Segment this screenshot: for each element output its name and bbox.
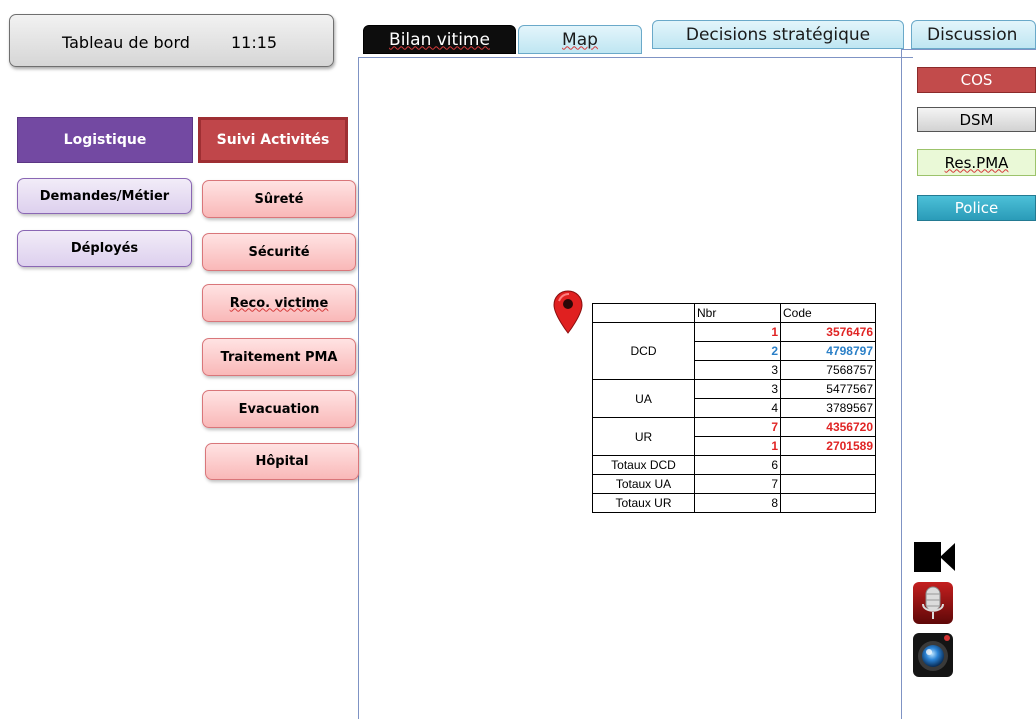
- header-cell-nbr: Nbr: [694, 303, 781, 323]
- tab-label: Map: [562, 29, 598, 50]
- tag-label: Res.PMA: [944, 153, 1009, 172]
- tag-dsm[interactable]: DSM: [917, 107, 1036, 132]
- group-label-ur: UR: [592, 417, 695, 456]
- tab-label: Decisions stratégique: [685, 24, 871, 45]
- nbr-cell: 1: [694, 436, 781, 456]
- menu-evacuation[interactable]: Evacuation: [202, 390, 356, 428]
- table-row: UA 3 5477567: [592, 379, 876, 418]
- totals-row: Totaux UA 7: [592, 474, 876, 494]
- victim-table: Nbr Code DCD 1 3576476 2 4798797 3 75687…: [592, 303, 876, 513]
- menu-reco-victime[interactable]: Reco. victime: [202, 284, 356, 322]
- category-label: Logistique: [63, 132, 147, 148]
- code-cell: 2701589: [780, 436, 876, 456]
- menu-label: Sûreté: [254, 191, 304, 207]
- nbr-cell: 4: [694, 398, 781, 418]
- menu-label: Sécurité: [248, 244, 310, 260]
- total-value: 6: [694, 455, 781, 475]
- table-header-row: Nbr Code: [592, 303, 876, 323]
- menu-demandes-metier[interactable]: Demandes/Métier: [17, 178, 192, 214]
- content-right-border: [901, 42, 902, 719]
- tab-decisions[interactable]: Decisions stratégique: [652, 20, 904, 49]
- menu-hopital[interactable]: Hôpital: [205, 443, 359, 480]
- tab-underline-right: [901, 49, 1036, 50]
- total-value: 7: [694, 474, 781, 494]
- tag-res-pma[interactable]: Res.PMA: [917, 149, 1036, 176]
- tab-underline: [358, 57, 913, 58]
- header-cell-code: Code: [780, 303, 876, 323]
- menu-label: Déployés: [70, 241, 139, 256]
- menu-traitement-pma[interactable]: Traitement PMA: [202, 338, 356, 376]
- menu-surete[interactable]: Sûreté: [202, 180, 356, 218]
- microphone-icon[interactable]: [913, 582, 953, 628]
- code-cell: 4798797: [780, 341, 876, 361]
- menu-label: Hôpital: [255, 454, 309, 469]
- empty-cell: [780, 474, 876, 494]
- menu-securite[interactable]: Sécurité: [202, 233, 356, 271]
- category-logistique[interactable]: Logistique: [17, 117, 193, 163]
- menu-label: Traitement PMA: [220, 349, 338, 365]
- dashboard-title: Tableau de bord: [62, 33, 190, 52]
- code-cell: 3789567: [780, 398, 876, 418]
- menu-label: Demandes/Métier: [39, 188, 170, 204]
- code-cell: 3576476: [780, 322, 876, 342]
- menu-deployes[interactable]: Déployés: [17, 230, 192, 267]
- tag-label: COS: [960, 71, 993, 89]
- tab-map[interactable]: Map: [518, 25, 642, 54]
- code-cell: 5477567: [780, 379, 876, 399]
- totals-row: Totaux DCD 6: [592, 455, 876, 475]
- nbr-cell: 2: [694, 341, 781, 361]
- total-label: Totaux DCD: [592, 455, 695, 475]
- table-row: DCD 1 3576476: [592, 322, 876, 380]
- group-label-ua: UA: [592, 379, 695, 418]
- header-cell: [592, 303, 695, 323]
- video-camera-icon[interactable]: [913, 539, 957, 579]
- group-label-dcd: DCD: [592, 322, 695, 380]
- nbr-cell: 7: [694, 417, 781, 437]
- tab-bilan-victime[interactable]: Bilan vitime: [363, 25, 516, 54]
- code-cell: 4356720: [780, 417, 876, 437]
- clock-time: 11:15: [231, 33, 278, 52]
- tag-cos[interactable]: COS: [917, 67, 1036, 93]
- empty-cell: [780, 455, 876, 475]
- tab-discussion[interactable]: Discussion: [911, 20, 1036, 49]
- code-cell: 7568757: [780, 360, 876, 380]
- total-label: Totaux UR: [592, 493, 695, 513]
- tag-label: DSM: [959, 110, 994, 129]
- total-value: 8: [694, 493, 781, 513]
- tab-label: Bilan vitime: [389, 29, 490, 50]
- table-row: UR 7 4356720: [592, 417, 876, 456]
- empty-cell: [780, 493, 876, 513]
- nbr-cell: 3: [694, 379, 781, 399]
- tag-label: Police: [954, 199, 999, 217]
- nbr-cell: 3: [694, 360, 781, 380]
- tab-label: Discussion: [927, 24, 1018, 45]
- map-pin-icon[interactable]: [553, 290, 583, 338]
- menu-label: Evacuation: [238, 401, 320, 417]
- menu-label: Reco. victime: [229, 295, 329, 311]
- camera-lens-icon[interactable]: [913, 633, 953, 681]
- category-label: Suivi Activités: [216, 132, 330, 148]
- tag-police[interactable]: Police: [917, 195, 1036, 221]
- total-label: Totaux UA: [592, 474, 695, 494]
- content-left-border: [358, 57, 359, 719]
- nbr-cell: 1: [694, 322, 781, 342]
- category-suivi-activites[interactable]: Suivi Activités: [198, 117, 348, 163]
- totals-row: Totaux UR 8: [592, 493, 876, 513]
